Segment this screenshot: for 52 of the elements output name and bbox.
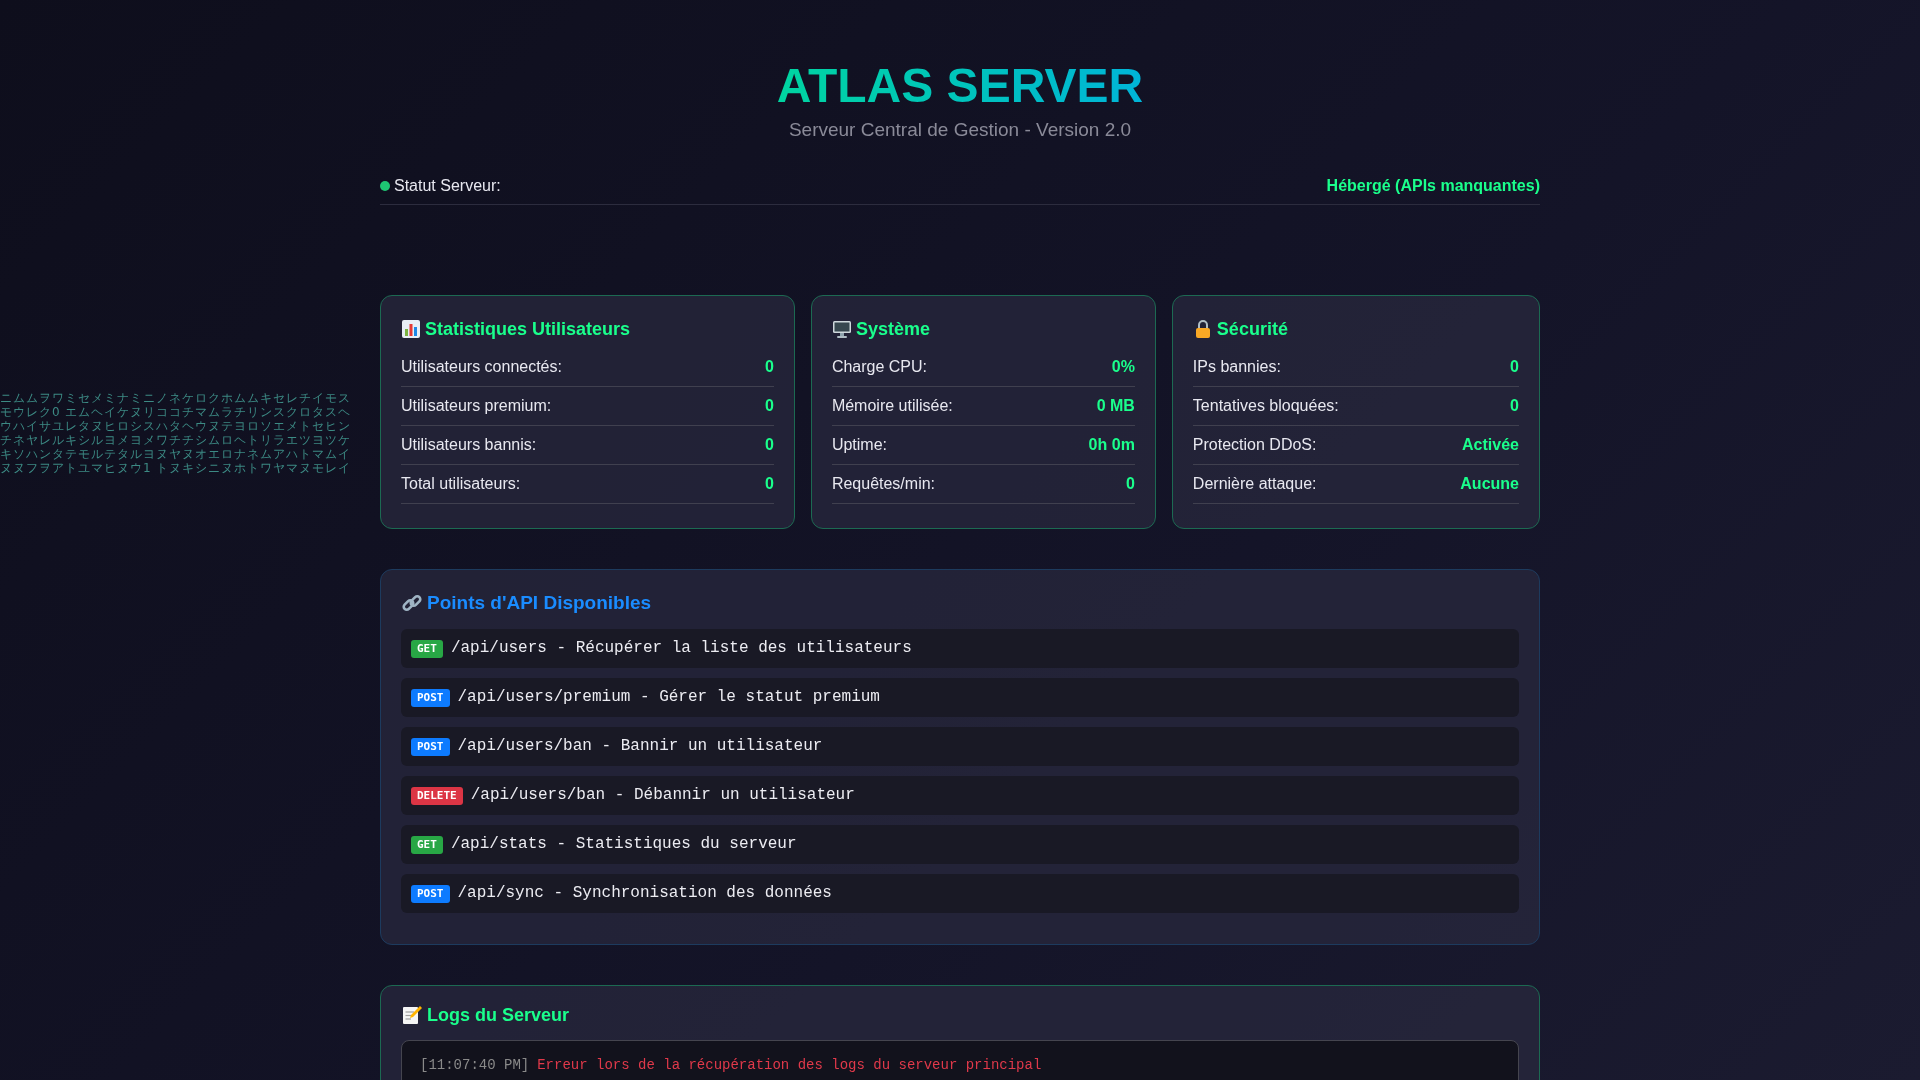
log-time: [11:07:40 PM]: [420, 1056, 530, 1075]
endpoint-text: /api/users - Récupérer la liste des utilisateurs: [450, 638, 912, 659]
log-message: Erreur lors de la récupération des logs du serveur principal: [537, 1056, 1042, 1075]
stat-label: IPs bannies:: [1192, 357, 1281, 377]
method-badge: GET: [411, 835, 443, 854]
stat-label: Mémoire utilisée:: [831, 396, 953, 416]
matrix-rain-text: ニムムヲワミセメミナミニノネケロクホムムキセレチイモス モウレク0 エムヘイケヌリココチマムラチリンスクロタスヘ ウハイサユレタヌヒロシスハタヘウヌテヨロソエメトセヒン チネヤレルキシルヨメヨメワチチシムロヘトリラエツヨツケ キソハンタテモルテタルヨヌヤヌオエロナネムアハトマムイ ヌヌフヲアトユマヒヌウ1 トヌキシニヌホトワヤマヌモレイ: [0, 391, 353, 475]
method-badge: DELETE: [411, 786, 463, 805]
card-title: Sécurité: [1216, 318, 1288, 341]
stat-value: 0: [764, 396, 774, 416]
endpoint-text: /api/users/premium - Gérer le statut premium: [457, 687, 880, 708]
stat-label: Charge CPU:: [831, 357, 928, 377]
method-badge: POST: [411, 688, 450, 707]
stat-value: Aucune: [1460, 474, 1519, 494]
stat-value: 0: [764, 357, 774, 377]
stat-value: 0: [1125, 474, 1135, 494]
status-dot: [380, 181, 390, 191]
app-subtitle: Serveur Central de Gestion - Version 2.0: [787, 118, 1133, 142]
stat-value: 0: [1510, 396, 1519, 416]
stat-label: Dernière attaque:: [1192, 474, 1317, 494]
link-icon: [401, 592, 423, 614]
endpoint-text: /api/users/ban - Débannir un utilisateur: [470, 785, 855, 806]
panel-title: Logs du Serveur: [427, 1004, 570, 1027]
monitor-icon: [831, 319, 852, 339]
method-badge: POST: [411, 884, 450, 903]
method-badge: GET: [411, 639, 443, 658]
status-label: Statut Serveur:: [394, 176, 501, 196]
stat-value: 0h 0m: [1088, 435, 1135, 455]
endpoint-text: /api/stats - Statistiques du serveur: [450, 834, 797, 855]
stat-value: 0%: [1111, 357, 1135, 377]
status-value: Hébergé (APIs manquantes): [1326, 176, 1540, 196]
panel-title: Points d'API Disponibles: [427, 591, 652, 615]
stat-label: Utilisateurs connectés:: [401, 357, 562, 377]
stat-label: Requêtes/min:: [831, 474, 936, 494]
stat-value: Activée: [1462, 435, 1519, 455]
stat-value: 0 MB: [1096, 396, 1135, 416]
stat-value: 0: [764, 435, 774, 455]
method-badge: POST: [411, 737, 450, 756]
memo-icon: [401, 1004, 423, 1026]
endpoint-text: /api/sync - Synchronisation des données: [457, 883, 832, 904]
stat-label: Uptime:: [831, 435, 887, 455]
stat-label: Total utilisateurs:: [401, 474, 521, 494]
stat-value: 0: [764, 474, 774, 494]
stat-label: Tentatives bloquées:: [1192, 396, 1339, 416]
card-title: Système: [855, 318, 930, 341]
endpoint-text: /api/users/ban - Bannir un utilisateur: [457, 736, 823, 757]
stat-label: Utilisateurs bannis:: [401, 435, 537, 455]
card-title: Statistiques Utilisateurs: [425, 318, 631, 341]
stat-value: 0: [1510, 357, 1519, 377]
bar-chart-icon: [401, 319, 421, 339]
stat-label: Utilisateurs premium:: [401, 396, 552, 416]
stat-label: Protection DDoS:: [1192, 435, 1317, 455]
